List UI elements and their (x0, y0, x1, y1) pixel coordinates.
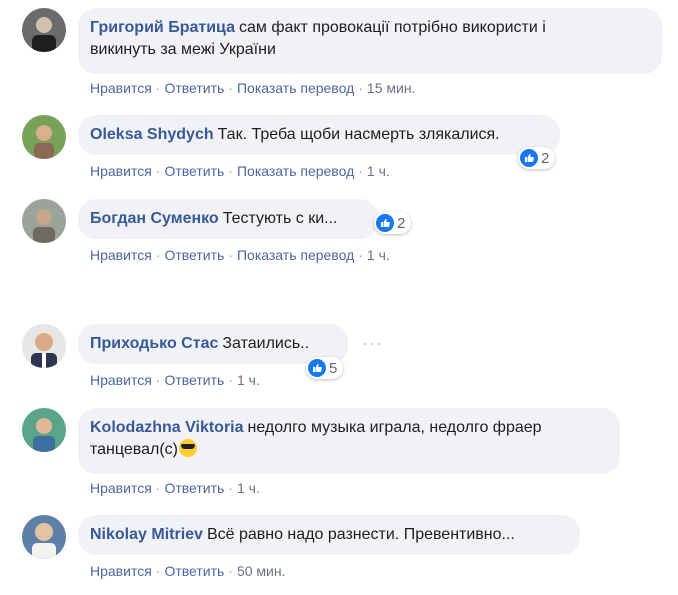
avatar[interactable] (22, 408, 66, 452)
separator: · (155, 372, 161, 388)
timestamp[interactable]: 1 ч. (237, 372, 260, 388)
thumbs-up-icon (308, 359, 326, 377)
like-link[interactable]: Нравится (90, 480, 152, 496)
comment-actions: Нравится · Ответить · 1 ч. (90, 372, 260, 388)
reaction-count: 2 (541, 149, 550, 167)
like-link[interactable]: Нравится (90, 563, 152, 579)
avatar[interactable] (22, 8, 66, 52)
comment-author[interactable]: Григорий Братица (90, 19, 235, 36)
comment-author[interactable]: Богдан Суменко (90, 210, 219, 227)
translate-link[interactable]: Показать перевод (237, 247, 354, 263)
thumbs-up-icon (376, 214, 394, 232)
reactions-badge[interactable]: 2 (518, 147, 556, 169)
more-options-icon[interactable]: ··· (362, 333, 383, 354)
reply-link[interactable]: Ответить (164, 563, 224, 579)
like-link[interactable]: Нравится (90, 80, 152, 96)
comment-bubble: Oleksa Shydych Так. Треба щоби насмерть з… (78, 115, 560, 155)
reply-link[interactable]: Ответить (164, 80, 224, 96)
avatar[interactable] (22, 199, 66, 243)
comment-author[interactable]: Приходько Стас (90, 335, 218, 352)
timestamp[interactable]: 1 ч. (367, 163, 390, 179)
comment-bubble: Nikolay Mitriev Всё равно надо разнести. … (78, 515, 580, 555)
separator: · (228, 247, 233, 263)
sunglasses-emoji-icon (178, 439, 197, 457)
separator: · (155, 480, 161, 496)
comment-text: сам факт провокації потрібно використи і (238, 19, 546, 36)
reply-link[interactable]: Ответить (164, 372, 224, 388)
separator: · (155, 163, 161, 179)
comment-actions: Нравится · Ответить · Показать перевод · 1 ч. (90, 163, 390, 179)
reply-link[interactable]: Ответить (164, 480, 224, 496)
reaction-count: 2 (397, 214, 406, 232)
comment-bubble: Kolodazhna Viktoria недолго музыка играла… (78, 408, 620, 474)
separator: · (228, 372, 233, 388)
separator: · (228, 480, 233, 496)
thumbs-up-icon (520, 149, 538, 167)
comment-actions: Нравится · Ответить · 1 ч. (90, 480, 260, 496)
comment-text: Так. Треба щоби насмерть злякалися. (217, 126, 500, 143)
separator: · (358, 80, 363, 96)
avatar[interactable] (22, 324, 66, 368)
like-link[interactable]: Нравится (90, 163, 152, 179)
comment-author[interactable]: Nikolay Mitriev (90, 526, 203, 543)
comment-actions: Нравится · Ответить · 50 мин. (90, 563, 286, 579)
comment-text-line2: викинуть за межі України (90, 41, 276, 58)
comment-text-line2: танцевал(с) (90, 441, 178, 458)
comment-author[interactable]: Oleksa Shydych (90, 126, 214, 143)
comment-text: Тестують с ки... (222, 210, 338, 227)
reply-link[interactable]: Ответить (164, 247, 224, 263)
separator: · (155, 247, 161, 263)
separator: · (228, 80, 233, 96)
comment-text: недолго музыка играла, недолго фраер (247, 419, 542, 436)
reactions-badge[interactable]: 5 (306, 357, 344, 379)
comment-bubble: Приходько Стас Затаились.. (78, 324, 348, 364)
comment-bubble: Богдан Суменко Тестують с ки... (78, 199, 378, 239)
like-link[interactable]: Нравится (90, 247, 152, 263)
separator: · (358, 247, 363, 263)
comment-text: Всё равно надо разнести. Превентивно... (206, 526, 515, 543)
timestamp[interactable]: 1 ч. (367, 247, 390, 263)
comment-actions: Нравится · Ответить · Показать перевод · 1 ч. (90, 247, 390, 263)
separator: · (228, 163, 233, 179)
separator: · (228, 563, 233, 579)
timestamp[interactable]: 15 мин. (367, 80, 416, 96)
avatar[interactable] (22, 115, 66, 159)
timestamp[interactable]: 1 ч. (237, 480, 260, 496)
separator: · (155, 80, 161, 96)
translate-link[interactable]: Показать перевод (237, 80, 354, 96)
reactions-badge[interactable]: 2 (374, 212, 412, 234)
comment-actions: Нравится · Ответить · Показать перевод · 15 ми… (90, 80, 415, 96)
comment-author[interactable]: Kolodazhna Viktoria (90, 419, 244, 436)
comment-text: Затаились.. (222, 335, 310, 352)
reaction-count: 5 (329, 359, 338, 377)
avatar[interactable] (22, 515, 66, 559)
translate-link[interactable]: Показать перевод (237, 163, 354, 179)
separator: · (358, 163, 363, 179)
timestamp[interactable]: 50 мин. (237, 563, 286, 579)
like-link[interactable]: Нравится (90, 372, 152, 388)
comment-bubble: Григорий Братица сам факт провокації потр… (78, 8, 662, 74)
reply-link[interactable]: Ответить (164, 163, 224, 179)
separator: · (155, 563, 161, 579)
